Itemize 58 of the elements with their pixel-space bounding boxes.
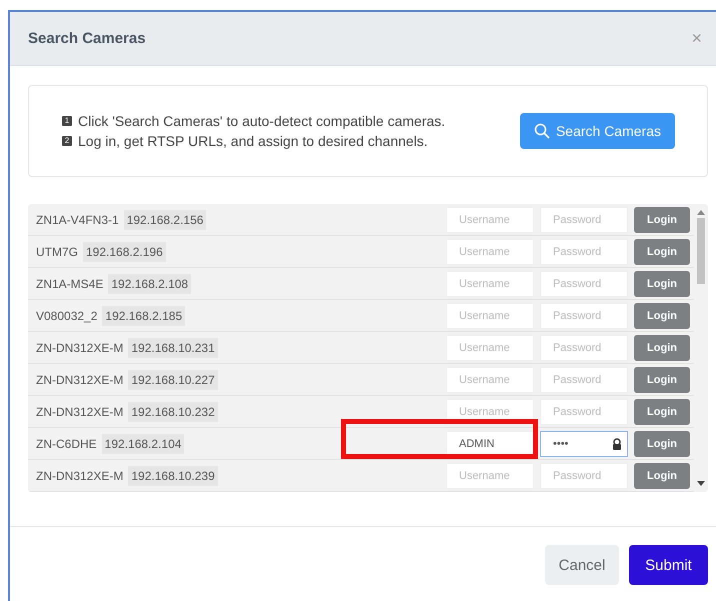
password-field[interactable]: Password bbox=[540, 366, 628, 392]
login-button[interactable]: Login bbox=[634, 398, 690, 424]
ip-address: 192.168.10.227 bbox=[128, 370, 218, 390]
password-field[interactable]: •••• bbox=[540, 430, 628, 456]
search-cameras-button[interactable]: Search Cameras bbox=[520, 113, 675, 149]
username-field[interactable]: Username bbox=[446, 302, 534, 328]
camera-name: ZN-DN312XE-M bbox=[36, 468, 124, 482]
ip-address: 192.168.2.185 bbox=[102, 306, 186, 326]
login-button[interactable]: Login bbox=[634, 462, 690, 488]
step-number: 1 bbox=[62, 116, 72, 126]
camera-name: ZN-DN312XE-M bbox=[36, 372, 124, 386]
close-button[interactable]: × bbox=[687, 28, 706, 49]
ip-address: 192.168.10.231 bbox=[128, 338, 218, 358]
password-field[interactable]: Password bbox=[540, 302, 628, 328]
ip-address: 192.168.2.108 bbox=[108, 274, 192, 294]
login-button[interactable]: Login bbox=[634, 430, 690, 456]
username-field[interactable]: Username bbox=[446, 366, 534, 392]
ip-address: 192.168.10.239 bbox=[128, 466, 218, 486]
username-field[interactable]: Username bbox=[446, 334, 534, 360]
camera-name: V080032_2 bbox=[36, 308, 98, 322]
username-field[interactable]: Username bbox=[446, 238, 534, 264]
camera-name: ZN-C6DHE bbox=[36, 436, 97, 450]
step-number: 2 bbox=[62, 136, 72, 146]
username-field[interactable]: ADMIN bbox=[446, 430, 534, 456]
password-field[interactable]: Password bbox=[540, 398, 628, 424]
ip-address: 192.168.2.156 bbox=[124, 210, 206, 230]
ip-address: 192.168.2.196 bbox=[83, 242, 166, 262]
camera-name: UTM7G bbox=[36, 244, 78, 258]
submit-button[interactable]: Submit bbox=[629, 545, 708, 585]
scroll-down-icon bbox=[697, 481, 705, 486]
password-field[interactable]: Password bbox=[540, 462, 628, 488]
lock-icon bbox=[612, 438, 622, 450]
search-icon bbox=[534, 123, 550, 139]
scrollbar-thumb[interactable] bbox=[697, 218, 705, 284]
camera-name: ZN1A-MS4E bbox=[36, 276, 104, 290]
password-field[interactable]: Password bbox=[540, 270, 628, 296]
username-field[interactable]: Username bbox=[446, 462, 534, 488]
login-button[interactable]: Login bbox=[634, 206, 690, 232]
password-field[interactable]: Password bbox=[540, 238, 628, 264]
camera-name: ZN-DN312XE-M bbox=[36, 340, 124, 354]
step-text: Click 'Search Cameras' to auto-detect compatible cameras. bbox=[78, 113, 446, 129]
login-button[interactable]: Login bbox=[634, 238, 690, 264]
login-button[interactable]: Login bbox=[634, 302, 690, 328]
scroll-up-icon bbox=[697, 210, 705, 215]
camera-name: ZN1A-V4FN3-1 bbox=[36, 212, 119, 226]
password-field[interactable]: Password bbox=[540, 206, 628, 232]
dialog-title: Search Cameras bbox=[28, 30, 146, 47]
login-button[interactable]: Login bbox=[634, 366, 690, 392]
camera-name: ZN-DN312XE-M bbox=[36, 404, 124, 418]
password-field[interactable]: Password bbox=[540, 334, 628, 360]
login-button[interactable]: Login bbox=[634, 270, 690, 296]
step-text: Log in, get RTSP URLs, and assign to desired channels. bbox=[78, 133, 428, 149]
ip-address: 192.168.10.232 bbox=[128, 402, 218, 422]
username-field[interactable]: Username bbox=[446, 270, 534, 296]
username-field[interactable]: Username bbox=[446, 206, 534, 232]
ip-address: 192.168.2.104 bbox=[102, 434, 184, 454]
login-button[interactable]: Login bbox=[634, 334, 690, 360]
cancel-button[interactable]: Cancel bbox=[545, 545, 619, 585]
